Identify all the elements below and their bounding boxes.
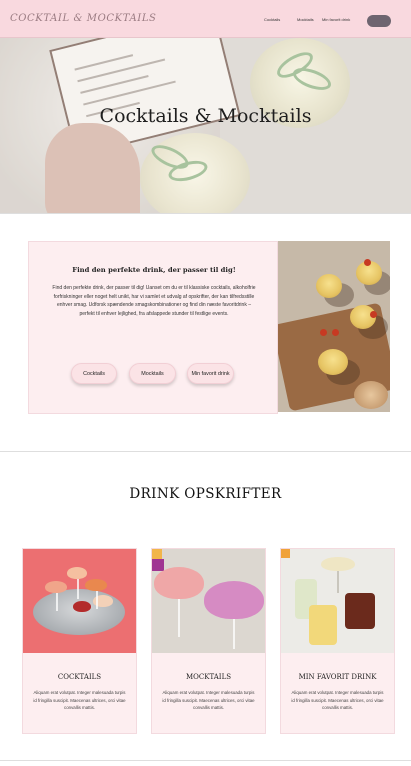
card-title: MOCKTAILS [185, 673, 232, 681]
nav-link-favorite[interactable]: Min favorit drink [322, 17, 350, 22]
divider [0, 760, 411, 761]
hero-banner: Cocktails & Mocktails [0, 38, 411, 213]
intro-title: Find den perfekte drink, der passer til … [72, 266, 236, 274]
recipe-card-mocktails[interactable]: MOCKTAILS Aliquam erat volutpat. Integer… [151, 548, 266, 734]
recipe-card-favorite[interactable]: MIN FAVORIT DRINK Aliquam erat volutpat.… [280, 548, 395, 734]
site-header: COCKTAIL & MOCKTAILS Cocktails Mocktails… [0, 0, 411, 38]
recipe-card-cocktails[interactable]: COCKTAILS Aliquam erat volutpat. Integer… [22, 548, 137, 734]
hero-title: Cocktails & Mocktails [99, 105, 312, 127]
divider [0, 451, 411, 452]
card-title: MIN FAVORIT DRINK [298, 673, 377, 681]
header-action-button[interactable] [367, 15, 391, 27]
intro-panel: Find den perfekte drink, der passer til … [28, 241, 278, 414]
mocktails-image [152, 549, 265, 653]
favorite-drink-button[interactable]: Min favorit drink [187, 363, 234, 384]
nav-link-mocktails[interactable]: Mocktails [297, 17, 314, 22]
brand-logo[interactable]: COCKTAIL & MOCKTAILS [10, 13, 157, 24]
cocktails-image [23, 549, 136, 653]
favorite-drink-image [281, 549, 394, 653]
card-title: COCKTAILS [57, 673, 102, 681]
card-text: Aliquam erat volutpat. Integer malesuada… [291, 690, 384, 711]
divider [0, 213, 411, 214]
card-text: Aliquam erat volutpat. Integer malesuada… [162, 690, 255, 711]
mocktails-button[interactable]: Mocktails [129, 363, 176, 384]
cocktails-button[interactable]: Cocktails [71, 363, 117, 384]
intro-drinks-image [278, 241, 390, 412]
recipes-heading: DRINK OPSKRIFTER [129, 486, 282, 502]
card-text: Aliquam erat volutpat. Integer malesuada… [33, 690, 126, 711]
nav-link-cocktails[interactable]: Cocktails [264, 17, 280, 22]
intro-text: Find den perfekte drink, der passer til … [52, 285, 256, 317]
